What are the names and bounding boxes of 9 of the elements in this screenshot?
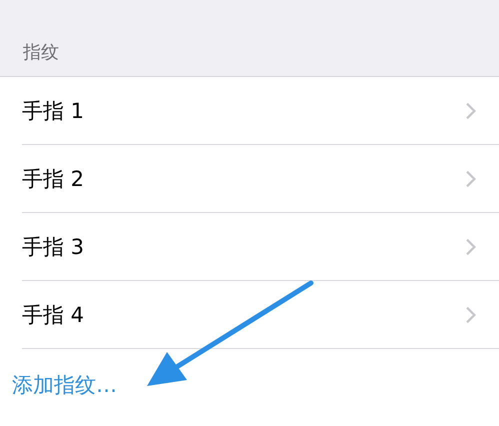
chevron-icon [465,306,477,324]
section-header: 指纹 [23,41,59,64]
finger-row[interactable]: 手指 1 [22,77,499,145]
finger-row[interactable]: 手指 3 [22,213,499,281]
finger-row[interactable]: 手指 4 [22,281,499,349]
finger-row[interactable]: 手指 2 [22,145,499,213]
chevron-icon [465,102,477,120]
chevron-icon [465,170,477,188]
chevron-icon [465,238,477,256]
